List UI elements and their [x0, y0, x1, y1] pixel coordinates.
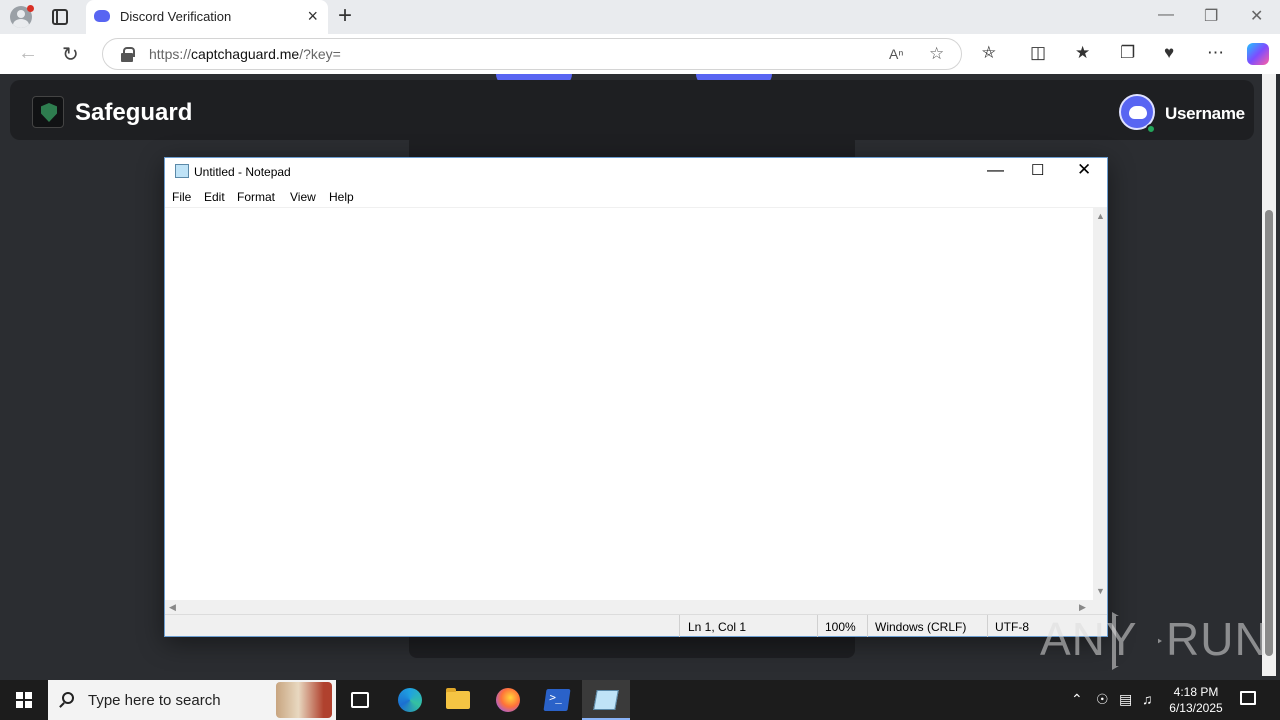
task-view-icon: [351, 692, 369, 708]
security-tray-icon[interactable]: ☉: [1096, 691, 1109, 708]
notification-center-icon[interactable]: [1240, 691, 1256, 705]
address-bar[interactable]: https://captchaguard.me/?key= Aⁿ ☆: [102, 38, 962, 70]
notepad-title-bar[interactable]: Untitled - Notepad — ☐ ✕: [165, 158, 1107, 186]
username-label[interactable]: Username: [1165, 104, 1245, 124]
split-screen-icon[interactable]: ◫: [1030, 43, 1046, 63]
refresh-icon[interactable]: ↻: [62, 42, 79, 67]
menu-format[interactable]: Format: [237, 190, 275, 204]
profile-notification-dot: [27, 5, 34, 12]
taskbar-firefox[interactable]: [484, 680, 532, 720]
notepad-status-bar: Ln 1, Col 1 100% Windows (CRLF) UTF-8: [165, 614, 1107, 637]
network-icon[interactable]: ▤: [1119, 691, 1132, 708]
logo: [32, 96, 64, 128]
browser-tab-active[interactable]: Discord Verification ×: [86, 0, 328, 34]
url-text[interactable]: https://captchaguard.me/?key=: [149, 46, 341, 62]
discord-icon: [94, 10, 110, 22]
status-divider: [679, 615, 680, 637]
copilot-icon[interactable]: [1247, 43, 1269, 65]
notepad-text-area[interactable]: [165, 208, 1093, 600]
minimize-icon[interactable]: —: [1158, 6, 1174, 24]
notepad-close-icon[interactable]: ✕: [1077, 160, 1091, 180]
menu-help[interactable]: Help: [329, 190, 354, 204]
status-encoding: UTF-8: [995, 620, 1029, 634]
scroll-left-icon[interactable]: ◀: [169, 602, 176, 613]
browser-essentials-icon[interactable]: ♥: [1164, 43, 1174, 63]
taskbar-notepad[interactable]: [582, 680, 630, 720]
clock-time: 4:18 PM: [1173, 685, 1219, 699]
taskbar-search-box[interactable]: Type here to search: [48, 680, 336, 720]
taskbar-edge[interactable]: [386, 680, 434, 720]
watermark-right-text: RUN: [1166, 613, 1269, 665]
firefox-icon: [496, 688, 520, 712]
tab-title: Discord Verification: [120, 9, 232, 24]
status-line-ending: Windows (CRLF): [875, 620, 967, 634]
tab-actions-icon[interactable]: [52, 9, 68, 25]
favorite-star-icon[interactable]: ☆: [929, 44, 944, 64]
menu-file[interactable]: File: [172, 190, 191, 204]
menu-view[interactable]: View: [290, 190, 316, 204]
notepad-horizontal-scrollbar[interactable]: ◀ ▶: [165, 600, 1093, 614]
browser-tab-strip: Discord Verification × + — ❐ ✕: [0, 0, 1280, 34]
new-tab-button[interactable]: +: [338, 2, 352, 30]
window-close-icon[interactable]: ✕: [1250, 6, 1263, 26]
site-header: Safeguard Username: [10, 80, 1254, 140]
notepad-taskbar-icon: [593, 690, 619, 710]
task-view-button[interactable]: [336, 680, 384, 720]
taskbar: Type here to search ⌃ ☉ ▤ ♫ 4:18 PM 6/13…: [0, 680, 1280, 720]
brand-name: Safeguard: [75, 99, 193, 126]
page-scrollbar-thumb[interactable]: [1265, 210, 1273, 656]
online-status-icon: [1146, 124, 1156, 134]
extensions-icon[interactable]: ⛤: [982, 43, 996, 63]
notepad-vertical-scrollbar[interactable]: ▲ ▼: [1093, 208, 1107, 600]
scroll-down-icon[interactable]: ▼: [1096, 586, 1105, 596]
notepad-icon: [175, 164, 189, 178]
taskbar-powershell[interactable]: [533, 680, 581, 720]
scroll-up-icon[interactable]: ▲: [1096, 211, 1105, 221]
powershell-icon: [543, 689, 571, 711]
clock-date: 6/13/2025: [1169, 701, 1223, 715]
more-menu-icon[interactable]: ⋯: [1207, 43, 1224, 63]
status-divider: [817, 615, 818, 637]
read-aloud-icon[interactable]: Aⁿ: [889, 46, 903, 62]
status-divider: [987, 615, 988, 637]
tab-close-icon[interactable]: ×: [307, 6, 318, 27]
back-arrow-icon[interactable]: ←: [18, 42, 38, 65]
taskbar-clock[interactable]: 4:18 PM 6/13/2025: [1160, 684, 1232, 716]
restore-icon[interactable]: ❐: [1204, 6, 1218, 26]
notepad-minimize-icon[interactable]: —: [987, 160, 1004, 180]
notepad-maximize-icon[interactable]: ☐: [1031, 161, 1044, 179]
collections-icon[interactable]: ❐: [1120, 43, 1135, 63]
search-icon: [62, 692, 74, 704]
menu-edit[interactable]: Edit: [204, 190, 225, 204]
notepad-menu-bar: File Edit Format View Help: [165, 186, 1107, 208]
search-highlight-image[interactable]: [276, 682, 332, 718]
show-hidden-icons-chevron-icon[interactable]: ⌃: [1071, 691, 1083, 708]
favorites-icon[interactable]: ★: [1075, 43, 1090, 63]
status-divider: [867, 615, 868, 637]
status-zoom: 100%: [825, 620, 856, 634]
lock-icon[interactable]: [121, 47, 135, 62]
folder-icon: [446, 688, 470, 709]
windows-start-icon[interactable]: [16, 692, 32, 708]
edge-icon: [398, 688, 422, 712]
browser-toolbar: ← ↻ https://captchaguard.me/?key= Aⁿ ☆ ⛤…: [0, 34, 1280, 74]
shield-icon: [41, 103, 57, 122]
notepad-title: Untitled - Notepad: [194, 165, 291, 179]
volume-icon[interactable]: ♫: [1142, 691, 1153, 707]
notepad-window: Untitled - Notepad — ☐ ✕ File Edit Forma…: [164, 157, 1108, 637]
status-cursor-position: Ln 1, Col 1: [688, 620, 747, 634]
search-placeholder: Type here to search: [88, 692, 221, 709]
taskbar-file-explorer[interactable]: [434, 680, 482, 720]
